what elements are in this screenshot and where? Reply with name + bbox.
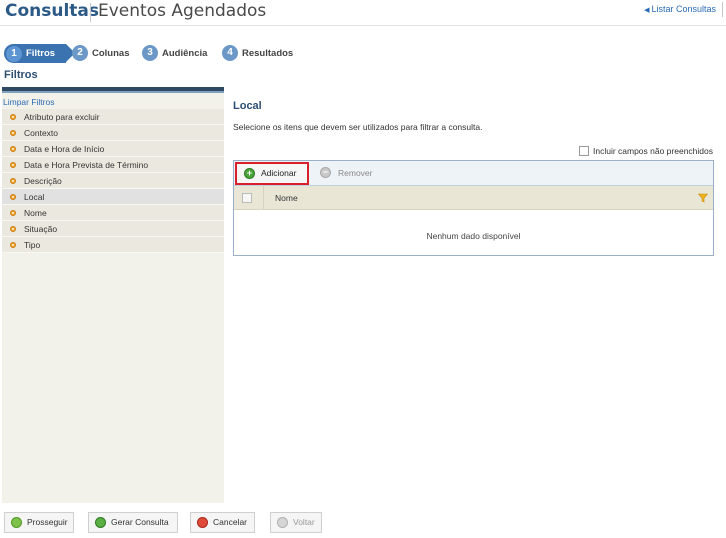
include-empty-checkbox[interactable]	[578, 146, 589, 156]
remove-button[interactable]: − Remover	[320, 165, 372, 181]
filter-item-tipo[interactable]: Tipo	[2, 237, 224, 253]
remove-button-label: Remover	[338, 168, 373, 178]
header-divider	[722, 2, 723, 17]
filters-heading: Filtros	[4, 69, 38, 81]
bullet-icon	[10, 162, 16, 168]
bullet-icon	[10, 114, 16, 120]
filter-item-label: Nome	[24, 208, 47, 218]
step-label: Resultados	[242, 48, 294, 59]
filter-item-label: Atributo para excluir	[24, 112, 100, 122]
filter-detail-panel: Local Selecione os itens que devem ser u…	[233, 100, 717, 256]
include-empty-option[interactable]: Incluir campos não preenchidos	[578, 146, 713, 156]
filter-item-descricao[interactable]: Descrição	[2, 173, 224, 189]
step-number: 3	[142, 45, 158, 61]
bullet-icon	[10, 242, 16, 248]
step-number: 2	[72, 45, 88, 61]
column-header-nome[interactable]: Nome	[275, 193, 298, 203]
column-divider	[263, 186, 264, 210]
filter-item-label: Data e Hora de Início	[24, 144, 105, 154]
section-description: Selecione os itens que devem ser utiliza…	[233, 122, 483, 132]
filter-item-atributo[interactable]: Atributo para excluir	[2, 109, 224, 125]
filter-item-data-termino[interactable]: Data e Hora Prevista de Término	[2, 157, 224, 173]
add-button[interactable]: + Adicionar	[235, 162, 309, 185]
add-button-label: Adicionar	[261, 168, 297, 178]
bullet-icon	[10, 178, 16, 184]
proceed-button-label: Prosseguir	[27, 517, 68, 527]
bullet-icon	[10, 194, 16, 200]
page-subtitle: Eventos Agendados	[98, 1, 267, 21]
clear-filters-link[interactable]: Limpar Filtros	[3, 97, 54, 107]
empty-grid-message: Nenhum dado disponível	[426, 231, 521, 241]
page-title: Consultas	[5, 1, 100, 21]
filter-item-label: Tipo	[24, 240, 41, 250]
filter-item-data-inicio[interactable]: Data e Hora de Início	[2, 141, 224, 157]
back-button[interactable]: Voltar	[270, 512, 322, 533]
cancel-button[interactable]: Cancelar	[190, 512, 255, 533]
filter-icon[interactable]	[698, 193, 708, 203]
filter-item-label: Descrição	[24, 176, 62, 186]
filter-item-local[interactable]: Local	[2, 189, 224, 205]
title-divider	[90, 3, 91, 22]
filter-list: Atributo para excluir Contexto Data e Ho…	[2, 109, 224, 253]
arrow-left-icon	[277, 517, 288, 528]
step-label: Audiência	[162, 48, 208, 59]
generate-query-label: Gerar Consulta	[111, 517, 169, 527]
arrow-left-icon: ◀	[644, 7, 650, 14]
cancel-button-label: Cancelar	[213, 517, 248, 527]
bullet-icon	[10, 146, 16, 152]
step-filtros[interactable]: 1 Filtros	[4, 44, 75, 63]
step-number: 4	[222, 45, 238, 61]
step-label: Colunas	[92, 48, 130, 59]
include-empty-label: Incluir campos não preenchidos	[592, 146, 713, 156]
filter-item-label: Data e Hora Prevista de Término	[24, 160, 149, 170]
plus-icon: +	[244, 168, 255, 179]
bullet-icon	[10, 210, 16, 216]
filter-item-label: Situação	[24, 224, 58, 234]
minus-icon: −	[320, 167, 331, 178]
filters-sidebar: Limpar Filtros Atributo para excluir Con…	[2, 93, 224, 503]
filter-item-label: Local	[24, 192, 45, 202]
proceed-button[interactable]: Prosseguir	[4, 512, 74, 533]
close-icon	[197, 517, 208, 528]
arrow-right-icon	[11, 517, 22, 528]
step-number: 1	[6, 45, 22, 62]
filter-item-contexto[interactable]: Contexto	[2, 125, 224, 141]
bullet-icon	[10, 226, 16, 232]
items-grid-panel: + Adicionar − Remover Nome Nenhum dado d…	[233, 160, 714, 256]
filter-item-situacao[interactable]: Situação	[2, 221, 224, 237]
list-queries-link[interactable]: ◀ Listar Consultas	[644, 4, 716, 14]
filter-item-label: Contexto	[24, 128, 59, 138]
generate-query-button[interactable]: Gerar Consulta	[88, 512, 178, 533]
grid-header: Nome	[234, 186, 713, 210]
step-label: Filtros	[26, 48, 56, 59]
back-button-label: Voltar	[293, 517, 315, 527]
check-icon	[95, 517, 106, 528]
section-title: Local	[233, 100, 262, 112]
page-header: Consultas Eventos Agendados ◀ Listar Cons…	[0, 0, 726, 26]
select-all-checkbox[interactable]	[242, 193, 252, 203]
bullet-icon	[10, 130, 16, 136]
list-queries-label: Listar Consultas	[651, 4, 716, 14]
filter-item-nome[interactable]: Nome	[2, 205, 224, 221]
grid-toolbar: + Adicionar − Remover	[234, 161, 713, 186]
